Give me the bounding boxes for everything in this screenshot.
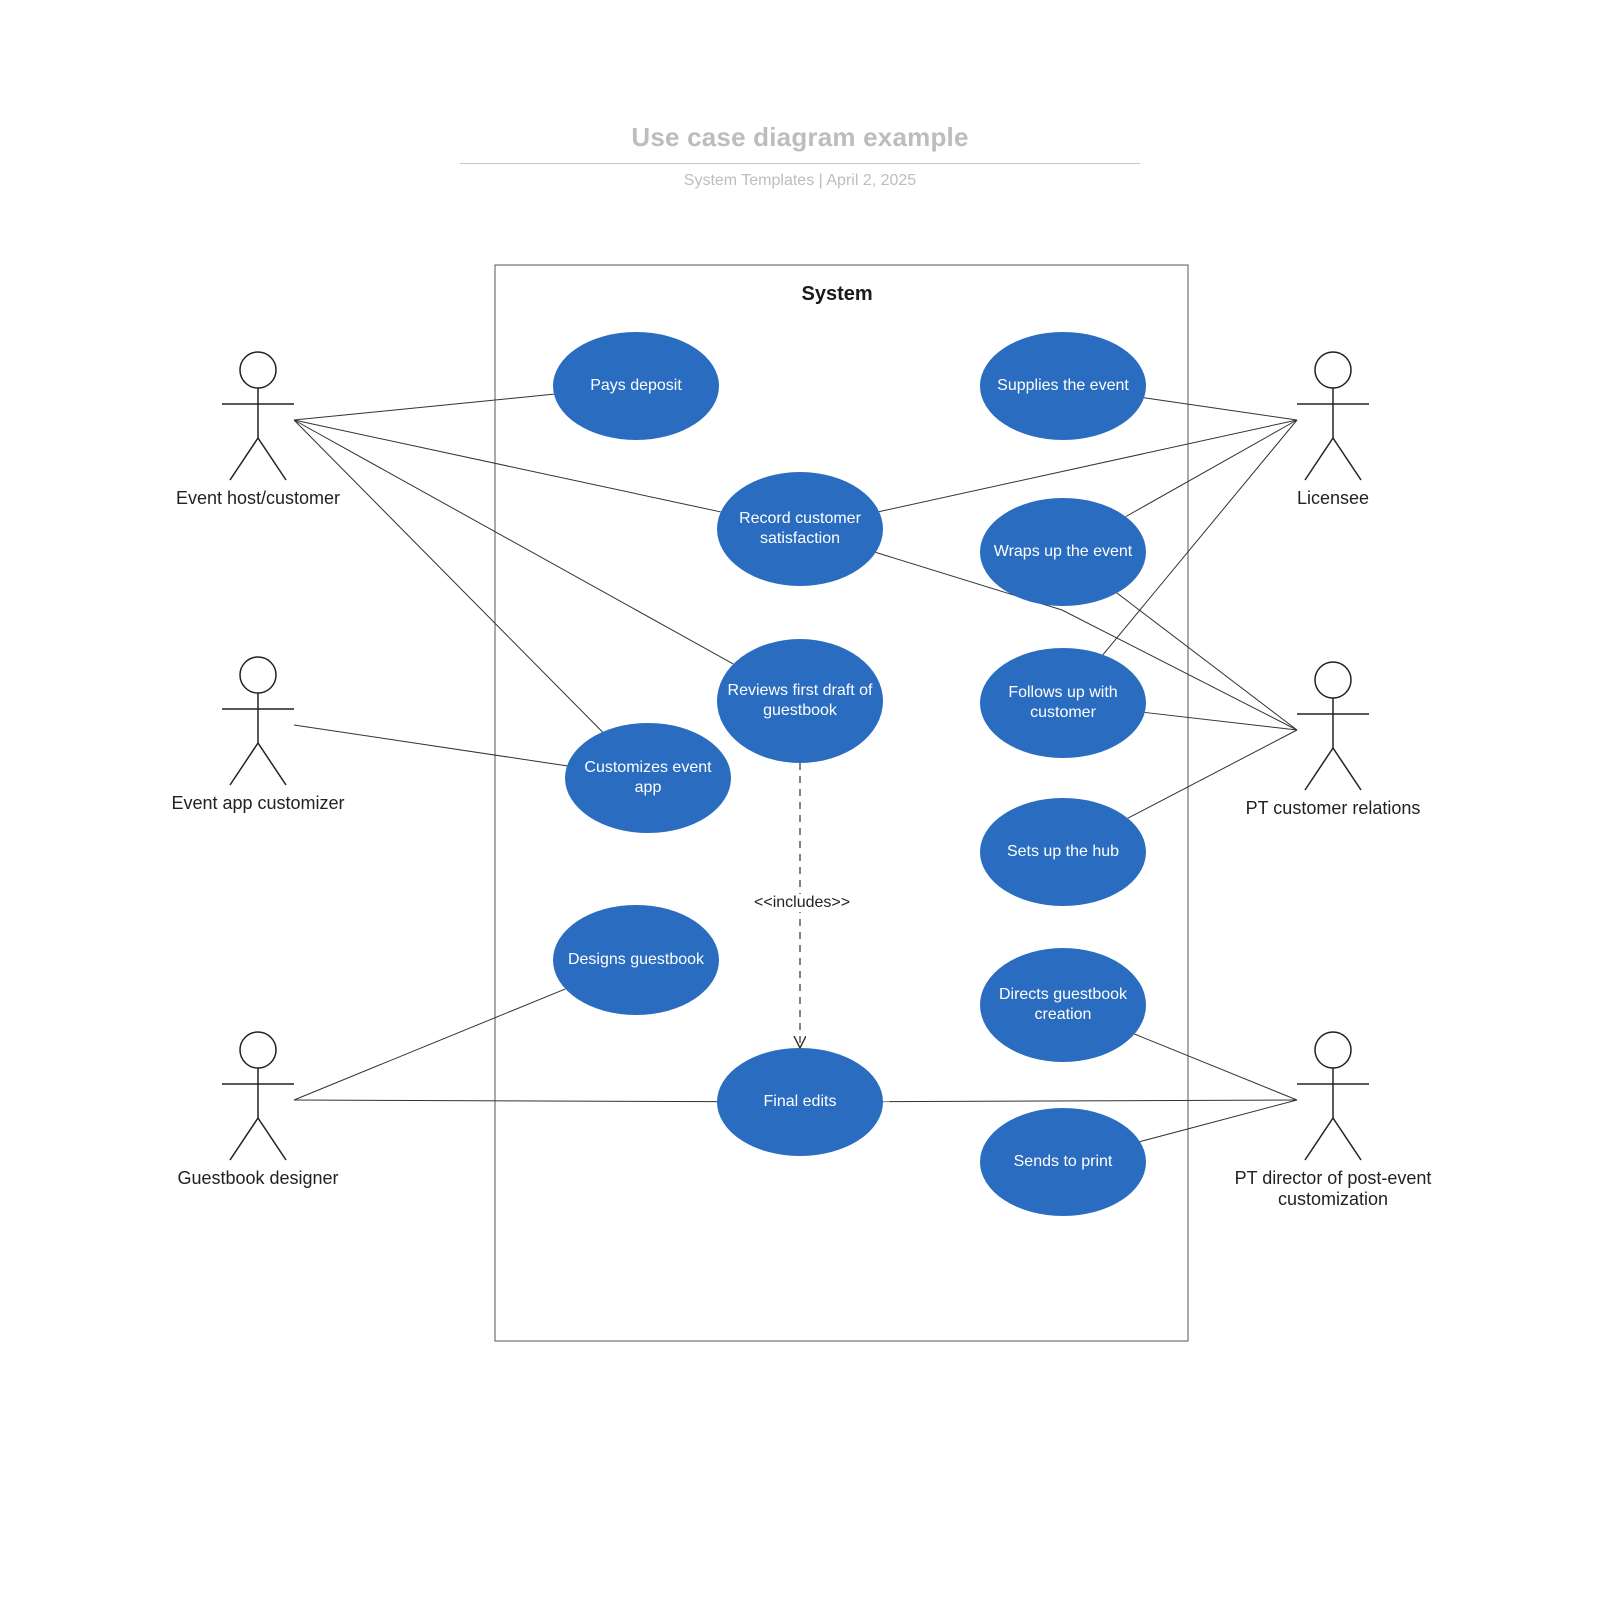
actor-label-guestDesigner: Guestbook designer bbox=[138, 1168, 378, 1189]
system-label: System bbox=[802, 283, 873, 306]
usecase-label: Supplies the event bbox=[987, 372, 1139, 400]
usecase-label: Sets up the hub bbox=[997, 838, 1129, 866]
actor-licensee bbox=[1297, 352, 1369, 480]
actor-label-appCustomizer: Event app customizer bbox=[138, 793, 378, 814]
diagram-subtitle: System Templates | April 2, 2025 bbox=[430, 172, 1170, 190]
title-block: Use case diagram example System Template… bbox=[430, 122, 1170, 190]
usecase-directsCreation: Directs guestbook creation bbox=[980, 948, 1146, 1062]
actor-label-ptRelations: PT customer relations bbox=[1213, 798, 1453, 819]
usecase-label: Reviews first draft of guestbook bbox=[717, 677, 883, 725]
usecase-sendsPrint: Sends to print bbox=[980, 1108, 1146, 1216]
actor-ptDirector bbox=[1297, 1032, 1369, 1160]
actor-label-licensee: Licensee bbox=[1213, 488, 1453, 509]
usecase-label: Record customer satisfaction bbox=[717, 505, 883, 553]
actor-hostCustomer bbox=[222, 352, 294, 480]
usecase-designsGuest: Designs guestbook bbox=[553, 905, 719, 1015]
usecase-label: Customizes event app bbox=[565, 754, 731, 802]
usecase-label: Follows up with customer bbox=[980, 679, 1146, 727]
usecase-finalEdits: Final edits bbox=[717, 1048, 883, 1156]
usecase-suppliesEvent: Supplies the event bbox=[980, 332, 1146, 440]
usecase-customizesApp: Customizes event app bbox=[565, 723, 731, 833]
title-rule bbox=[460, 163, 1140, 164]
actor-guestDesigner bbox=[222, 1032, 294, 1160]
usecase-label: Final edits bbox=[754, 1088, 847, 1116]
actor-appCustomizer bbox=[222, 657, 294, 785]
includes-label: <<includes>> bbox=[750, 894, 854, 912]
usecase-label: Wraps up the event bbox=[984, 538, 1142, 566]
usecase-label: Pays deposit bbox=[580, 372, 692, 400]
usecase-label: Sends to print bbox=[1004, 1148, 1123, 1176]
usecase-paysDeposit: Pays deposit bbox=[553, 332, 719, 440]
diagram-title: Use case diagram example bbox=[430, 122, 1170, 153]
usecase-label: Directs guestbook creation bbox=[980, 981, 1146, 1029]
usecase-setsHub: Sets up the hub bbox=[980, 798, 1146, 906]
actor-ptRelations bbox=[1297, 662, 1369, 790]
actor-label-ptDirector: PT director of post-event customization bbox=[1213, 1168, 1453, 1210]
usecase-recordSat: Record customer satisfaction bbox=[717, 472, 883, 586]
actor-label-hostCustomer: Event host/customer bbox=[138, 488, 378, 509]
usecase-label: Designs guestbook bbox=[558, 946, 714, 974]
usecase-reviewsDraft: Reviews first draft of guestbook bbox=[717, 639, 883, 763]
diagram-canvas: Use case diagram example System Template… bbox=[0, 0, 1600, 1600]
usecase-followsUp: Follows up with customer bbox=[980, 648, 1146, 758]
usecase-wrapsEvent: Wraps up the event bbox=[980, 498, 1146, 606]
